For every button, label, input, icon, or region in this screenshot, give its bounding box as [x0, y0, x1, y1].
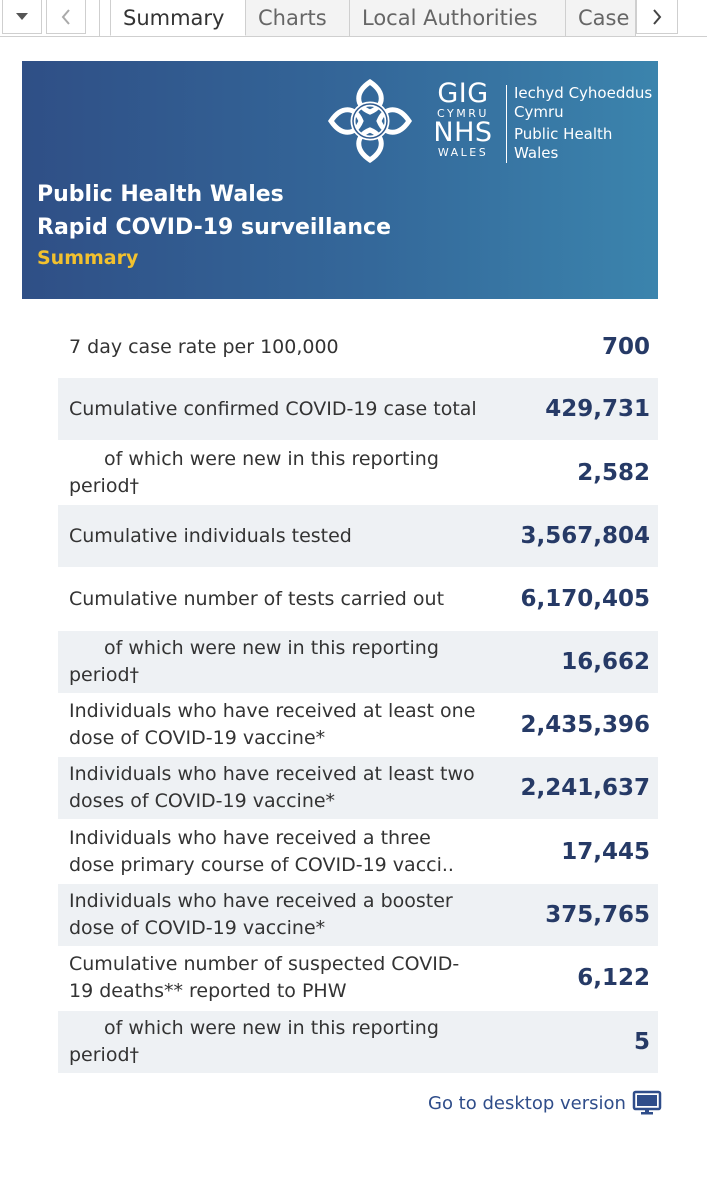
organisation-name: Iechyd Cyhoeddus Cymru Public Health Wal…	[514, 84, 652, 163]
org-welsh-line2: Cymru	[514, 103, 564, 121]
tab-charts-label: Charts	[258, 6, 327, 30]
chevron-left-icon	[61, 8, 70, 25]
logo-gig-text: GIG	[437, 78, 489, 109]
table-row: Individuals who have received at least o…	[58, 694, 658, 756]
desktop-version-link[interactable]: Go to desktop version	[428, 1090, 662, 1116]
metric-value: 375,765	[545, 902, 650, 928]
org-english-line2: Wales	[514, 144, 559, 162]
gig-cymru-nhs-wales-wordmark: GIG CYMRU NHS WALES	[428, 78, 498, 159]
logo-wales-text: WALES	[437, 146, 489, 159]
tab-summary-label: Summary	[123, 5, 225, 30]
table-row: Cumulative number of tests carried out 6…	[58, 568, 658, 630]
tab-spacer	[86, 0, 100, 36]
tab-local-authorities-label: Local Authorities	[362, 6, 538, 30]
metric-value: 6,170,405	[520, 586, 651, 612]
monitor-icon	[632, 1090, 662, 1115]
metric-label: Cumulative confirmed COVID-19 case total	[69, 397, 477, 420]
org-welsh-line1: Iechyd Cyhoeddus	[514, 84, 653, 102]
metric-label: Individuals who have received a booster …	[69, 890, 453, 939]
tab-charts[interactable]: Charts	[246, 0, 350, 36]
metric-value: 429,731	[545, 396, 650, 422]
table-row: of which were new in this reporting peri…	[58, 631, 658, 693]
metric-value: 700	[601, 334, 650, 360]
scroll-left-button[interactable]	[46, 0, 86, 34]
metric-label: of which were new in this reporting peri…	[69, 1017, 439, 1066]
tab-menu-dropdown[interactable]	[2, 0, 42, 34]
chevron-right-icon	[653, 8, 662, 25]
metric-value: 2,582	[577, 460, 650, 486]
table-row: Individuals who have received a booster …	[58, 884, 658, 946]
table-row: Cumulative number of suspected COVID-19 …	[58, 947, 658, 1009]
header-banner: GIG CYMRU NHS WALES Iechyd Cyhoeddus Cym…	[22, 61, 658, 299]
metric-value: 17,445	[561, 839, 650, 865]
metric-label: Individuals who have received at least o…	[69, 700, 476, 749]
metric-value: 2,435,396	[520, 712, 651, 738]
logo-divider	[506, 85, 507, 163]
metric-label: of which were new in this reporting peri…	[69, 448, 439, 497]
tab-case[interactable]: Case	[566, 0, 636, 36]
tab-bar: Summary Charts Local Authorities Case	[0, 0, 707, 37]
metric-value: 16,662	[561, 649, 650, 675]
nhs-wales-knot-logo-icon	[327, 78, 413, 164]
caret-down-icon	[16, 12, 28, 20]
scroll-right-button[interactable]	[636, 0, 678, 34]
page-title-line1: Public Health Wales	[37, 182, 284, 207]
tab-case-label: Case	[578, 6, 630, 30]
table-row: of which were new in this reporting peri…	[58, 1011, 658, 1073]
org-english-line1: Public Health	[514, 125, 613, 143]
table-row: 7 day case rate per 100,000 700	[58, 316, 658, 378]
page-title-line2: Rapid COVID-19 surveillance	[37, 215, 391, 240]
table-row: Individuals who have received at least t…	[58, 757, 658, 819]
metric-label: Cumulative individuals tested	[69, 524, 352, 547]
metric-label: Individuals who have received a three do…	[69, 827, 454, 876]
metric-value: 3,567,804	[520, 523, 651, 549]
metric-label: Individuals who have received at least t…	[69, 763, 475, 812]
tab-summary[interactable]: Summary	[110, 0, 246, 36]
metric-value: 6,122	[577, 965, 650, 991]
table-row: of which were new in this reporting peri…	[58, 442, 658, 504]
metric-label: 7 day case rate per 100,000	[69, 335, 339, 358]
tab-local-authorities[interactable]: Local Authorities	[350, 0, 566, 36]
metric-label: Cumulative number of tests carried out	[69, 587, 445, 610]
table-row: Cumulative confirmed COVID-19 case total…	[58, 378, 658, 440]
desktop-version-link-label: Go to desktop version	[428, 1092, 626, 1114]
page-subtitle: Summary	[37, 247, 139, 269]
table-row: Cumulative individuals tested 3,567,804	[58, 505, 658, 567]
table-row: Individuals who have received a three do…	[58, 821, 658, 883]
metric-label: of which were new in this reporting peri…	[69, 637, 439, 686]
logo-nhs-text: NHS	[433, 117, 493, 148]
metric-value: 2,241,637	[520, 775, 651, 801]
metric-value: 5	[633, 1029, 650, 1055]
metric-label: Cumulative number of suspected COVID-19 …	[69, 953, 460, 1002]
